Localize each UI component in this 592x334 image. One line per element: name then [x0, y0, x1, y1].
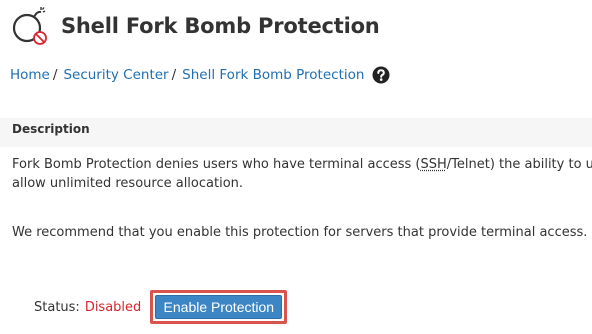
breadcrumb: Home / Security Center / Shell Fork Bomb…	[10, 64, 390, 86]
recommendation-text: We recommend that you enable this protec…	[12, 225, 588, 240]
help-circle-icon[interactable]	[372, 66, 390, 84]
page-title: Shell Fork Bomb Protection	[61, 14, 380, 38]
status-value: Disabled	[84, 299, 142, 315]
description-heading: Description	[12, 122, 90, 136]
breadcrumb-home[interactable]: Home	[10, 67, 50, 83]
status-label: Status:	[34, 299, 80, 315]
description-text-continued: allow unlimited resource allocation.	[12, 176, 244, 191]
enable-protection-button-label[interactable]: Enable Protection	[155, 295, 283, 319]
breadcrumb-security-center[interactable]: Security Center	[63, 67, 168, 83]
page-header: Shell Fork Bomb Protection	[10, 6, 380, 46]
enable-protection-button[interactable]: Enable Protection	[150, 290, 288, 324]
breadcrumb-separator: /	[52, 67, 58, 83]
bomb-icon	[12, 7, 47, 45]
breadcrumb-current-page[interactable]: Shell Fork Bomb Protection	[182, 67, 364, 83]
status-row: Status: Disabled Enable Protection	[34, 290, 288, 324]
description-text-part: Fork Bomb Protection denies users who ha…	[12, 157, 421, 172]
breadcrumb-separator: /	[171, 67, 177, 83]
page: Shell Fork Bomb Protection Home / Securi…	[0, 0, 592, 334]
ssh-abbreviation: SSH	[420, 157, 447, 172]
description-text-part: /Telnet) the ability to use	[446, 157, 592, 172]
description-text: Fork Bomb Protection denies users who ha…	[12, 155, 592, 174]
